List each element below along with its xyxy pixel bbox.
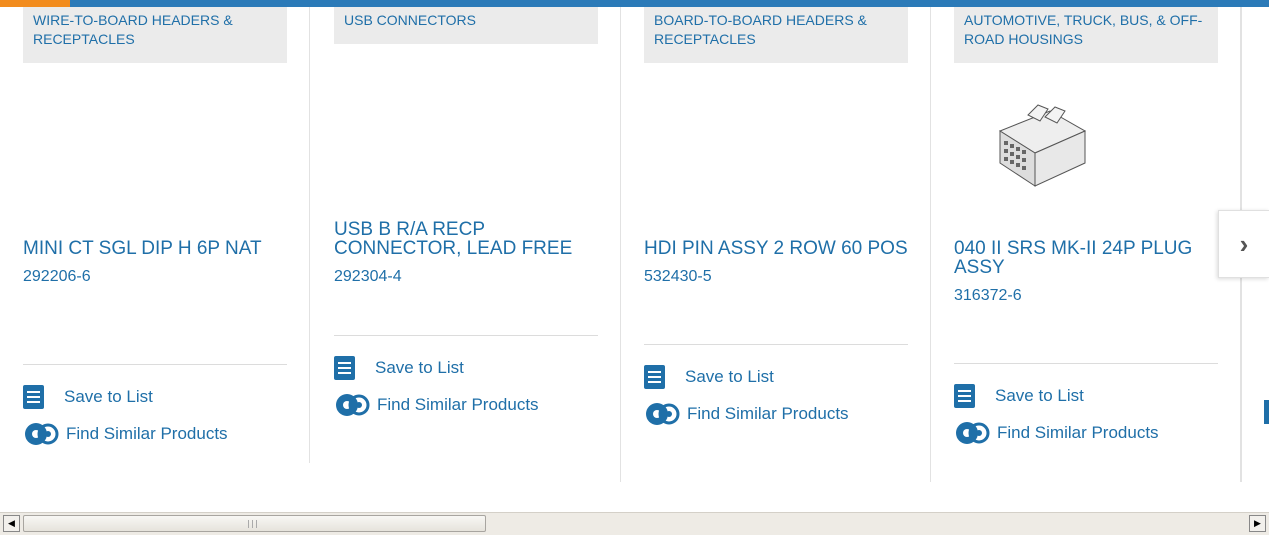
product-carousel: WIRE-TO-BOARD HEADERS & RECEPTACLES MINI… xyxy=(0,7,1269,512)
product-card: AUTOMOTIVE, TRUCK, BUS, & OFF-ROAD HOUSI… xyxy=(931,7,1241,487)
find-similar-button[interactable]: Find Similar Products xyxy=(23,421,287,447)
triangle-left-icon: ◀ xyxy=(8,518,15,528)
checklist-icon xyxy=(334,356,355,380)
top-accent-bar xyxy=(0,0,1269,7)
triangle-right-icon: ▶ xyxy=(1254,518,1261,528)
save-to-list-button[interactable]: Save to List xyxy=(23,385,287,409)
checklist-icon xyxy=(954,384,975,408)
product-title[interactable]: 040 II SRS MK-II 24P PLUG ASSY xyxy=(954,239,1218,277)
part-number[interactable]: 292206-6 xyxy=(23,268,287,286)
chevron-right-icon: › xyxy=(1239,228,1249,259)
card-separator xyxy=(334,335,598,336)
product-image[interactable] xyxy=(334,44,598,220)
save-to-list-label: Save to List xyxy=(375,358,464,377)
save-to-list-button[interactable]: Save to List xyxy=(334,356,598,380)
find-similar-label: Find Similar Products xyxy=(997,423,1159,442)
connector-housing-image xyxy=(998,104,1087,187)
carousel-next-button[interactable]: › xyxy=(1218,210,1269,278)
card-separator xyxy=(644,344,908,345)
save-to-list-button[interactable]: Save to List xyxy=(644,365,908,389)
scrollbar-thumb[interactable] xyxy=(23,515,486,532)
category-label[interactable]: AUTOMOTIVE, TRUCK, BUS, & OFF-ROAD HOUSI… xyxy=(954,7,1218,63)
save-to-list-label: Save to List xyxy=(64,387,153,406)
checklist-icon xyxy=(644,365,665,389)
scroll-left-button[interactable]: ◀ xyxy=(3,515,20,532)
save-to-list-label: Save to List xyxy=(995,386,1084,405)
active-indicator xyxy=(0,0,70,7)
product-title[interactable]: MINI CT SGL DIP H 6P NAT xyxy=(23,239,287,258)
part-number[interactable]: 292304-4 xyxy=(334,268,598,286)
product-image[interactable] xyxy=(644,63,908,239)
checklist-icon xyxy=(23,385,44,409)
part-number[interactable]: 316372-6 xyxy=(954,287,1218,305)
scroll-right-button[interactable]: ▶ xyxy=(1249,515,1266,532)
category-label[interactable]: USB CONNECTORS xyxy=(334,7,598,44)
find-similar-label: Find Similar Products xyxy=(687,404,849,423)
gears-icon xyxy=(336,394,370,416)
product-card: BOARD-TO-BOARD HEADERS & RECEPTACLES HDI… xyxy=(621,7,931,487)
card-divider xyxy=(309,7,310,463)
part-number[interactable]: 532430-5 xyxy=(644,268,908,286)
save-to-list-label: Save to List xyxy=(685,367,774,386)
find-similar-label: Find Similar Products xyxy=(377,395,539,414)
product-card: USB CONNECTORS USB B R/A RECP CONNECTOR,… xyxy=(311,7,621,487)
card-separator xyxy=(23,364,287,365)
card-separator xyxy=(954,363,1218,364)
gears-icon xyxy=(956,422,990,444)
product-image[interactable] xyxy=(954,63,1218,239)
product-image[interactable] xyxy=(23,63,287,239)
horizontal-scrollbar[interactable]: ◀ ▶ xyxy=(0,512,1269,535)
gears-icon xyxy=(25,423,59,445)
category-label[interactable]: WIRE-TO-BOARD HEADERS & RECEPTACLES xyxy=(23,7,287,63)
category-label[interactable]: BOARD-TO-BOARD HEADERS & RECEPTACLES xyxy=(644,7,908,63)
grip-icon xyxy=(248,520,257,528)
find-similar-label: Find Similar Products xyxy=(66,424,228,443)
find-similar-button[interactable]: Find Similar Products xyxy=(644,401,908,427)
product-card: WIRE-TO-BOARD HEADERS & RECEPTACLES MINI… xyxy=(0,7,310,487)
product-title[interactable]: HDI PIN ASSY 2 ROW 60 POS xyxy=(644,239,908,258)
product-title[interactable]: USB B R/A RECP CONNECTOR, LEAD FREE xyxy=(334,220,598,258)
gears-icon xyxy=(646,403,680,425)
find-similar-button[interactable]: Find Similar Products xyxy=(334,392,598,418)
find-similar-button[interactable]: Find Similar Products xyxy=(954,420,1218,446)
checklist-icon xyxy=(1264,400,1269,424)
save-to-list-button[interactable]: Save to List xyxy=(954,384,1218,408)
